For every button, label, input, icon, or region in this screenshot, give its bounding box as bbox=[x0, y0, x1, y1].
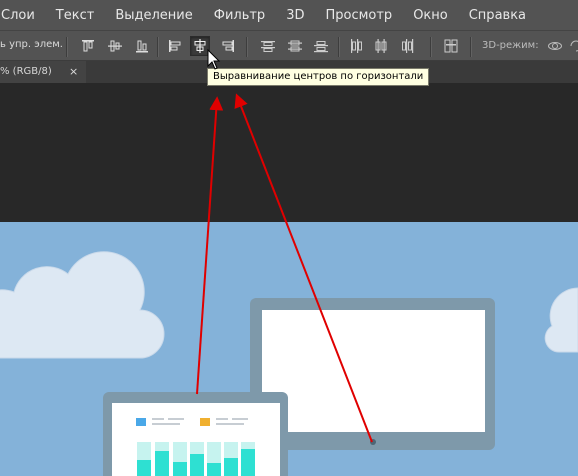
distribute-right-button[interactable] bbox=[397, 36, 417, 56]
menu-layers[interactable]: Слои bbox=[0, 8, 35, 23]
distribute-right-icon bbox=[402, 39, 414, 53]
artwork-illustration bbox=[0, 251, 578, 476]
separator bbox=[157, 37, 159, 57]
separator bbox=[430, 37, 432, 57]
menu-select[interactable]: Выделение bbox=[111, 8, 192, 23]
laptop-illustration bbox=[103, 392, 288, 476]
menu-filter[interactable]: Фильтр bbox=[210, 8, 265, 23]
auto-align-layers-button[interactable] bbox=[441, 36, 461, 56]
menu-help[interactable]: Справка bbox=[465, 8, 526, 23]
distribute-hcenter-icon bbox=[375, 39, 387, 53]
auto-align-layers-icon bbox=[444, 39, 458, 53]
document-tab[interactable]: % (RGB/8) × bbox=[0, 61, 87, 83]
align-top-edges-button[interactable] bbox=[78, 36, 98, 56]
distribute-top-button[interactable] bbox=[258, 36, 278, 56]
rotate-3d-button[interactable] bbox=[566, 36, 578, 56]
align-right-edges-button[interactable] bbox=[218, 36, 238, 56]
align-horizontal-centers-icon bbox=[194, 39, 206, 53]
align-vertical-centers-icon bbox=[108, 40, 122, 52]
align-vertical-centers-button[interactable] bbox=[105, 36, 125, 56]
menu-type[interactable]: Текст bbox=[52, 8, 95, 23]
separator bbox=[66, 37, 68, 57]
align-tooltip: Выравнивание центров по горизонтали bbox=[207, 68, 430, 86]
orbit-3d-icon bbox=[548, 42, 562, 50]
align-left-edges-icon bbox=[169, 40, 181, 52]
menu-3d[interactable]: 3D bbox=[282, 8, 304, 23]
separator bbox=[338, 37, 340, 57]
separator bbox=[470, 37, 472, 57]
distribute-bottom-button[interactable] bbox=[311, 36, 331, 56]
distribute-vcenter-icon bbox=[288, 40, 302, 52]
rotate-3d-icon bbox=[570, 40, 578, 52]
close-tab-icon[interactable]: × bbox=[69, 65, 78, 78]
menu-view[interactable]: Просмотр bbox=[321, 8, 392, 23]
mode-3d-label: 3D-режим: bbox=[482, 40, 539, 51]
separator bbox=[246, 37, 248, 57]
distribute-top-icon bbox=[261, 41, 275, 52]
options-bar: ь упр. элем. 3D-режим: bbox=[0, 30, 578, 61]
menu-window[interactable]: Окно bbox=[409, 8, 448, 23]
distribute-hcenter-button[interactable] bbox=[371, 36, 391, 56]
align-bottom-edges-button[interactable] bbox=[132, 36, 152, 56]
align-top-edges-icon bbox=[82, 40, 94, 52]
distribute-left-button[interactable] bbox=[346, 36, 366, 56]
distribute-left-icon bbox=[351, 39, 362, 53]
orbit-3d-button[interactable] bbox=[545, 36, 565, 56]
cloud-right bbox=[544, 287, 578, 353]
align-horizontal-centers-button[interactable] bbox=[190, 36, 210, 56]
align-bottom-edges-icon bbox=[136, 40, 148, 53]
pasteboard bbox=[0, 83, 578, 222]
distribute-bottom-icon bbox=[314, 41, 328, 53]
show-transform-controls-label[interactable]: ь упр. элем. bbox=[0, 39, 63, 50]
cloud-left bbox=[0, 251, 165, 359]
artboard-canvas[interactable] bbox=[0, 222, 578, 476]
align-left-edges-button[interactable] bbox=[165, 36, 185, 56]
distribute-vcenter-button[interactable] bbox=[285, 36, 305, 56]
menu-bar: Слои Текст Выделение Фильтр 3D Просмотр … bbox=[0, 0, 578, 30]
document-tab-title: % (RGB/8) bbox=[0, 66, 52, 77]
align-right-edges-icon bbox=[222, 40, 234, 52]
